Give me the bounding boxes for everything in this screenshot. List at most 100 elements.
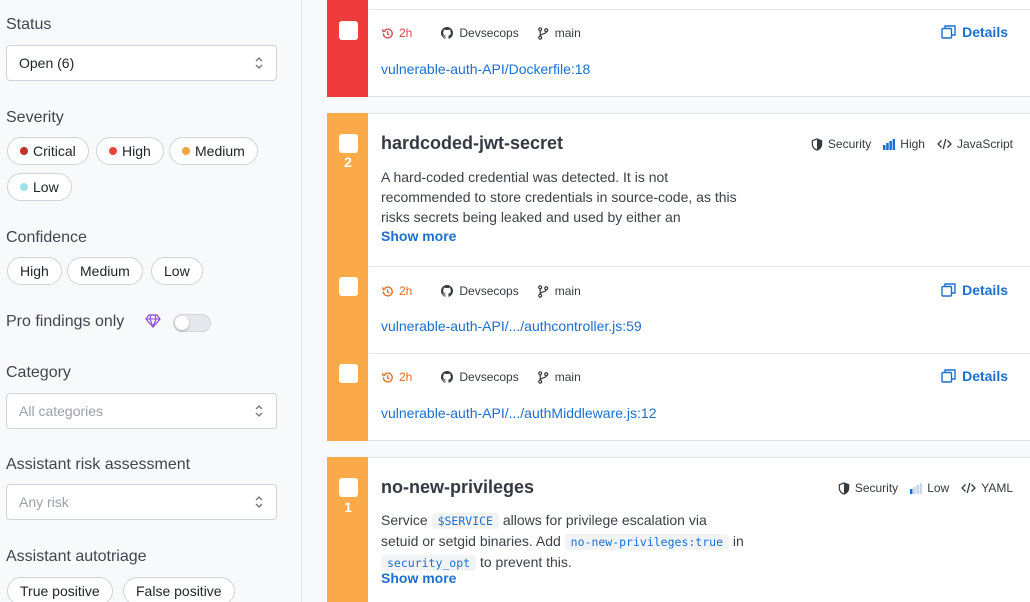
finding-checkbox[interactable] <box>339 364 358 383</box>
rule-header: hardcoded-jwt-secret Security High JavaS… <box>369 114 1030 267</box>
autotriage-pill-false-positive[interactable]: False positive <box>123 577 235 602</box>
repo-name: Devsecops <box>459 370 519 384</box>
history-icon <box>381 371 393 383</box>
filters-sidebar: Status Open (6) Severity Critical High M… <box>0 0 302 602</box>
category-label: Security <box>827 137 872 151</box>
show-more-link[interactable]: Show more <box>381 570 456 586</box>
status-filter-title: Status <box>6 16 52 33</box>
details-label: Details <box>962 368 1008 384</box>
branch-name: main <box>554 284 581 298</box>
branch-name: main <box>554 26 581 40</box>
confidence-pill-medium[interactable]: Medium <box>67 257 143 285</box>
rule-tags: Security High JavaScript <box>799 137 1013 151</box>
branch-link[interactable]: main <box>537 284 581 298</box>
finding-checkbox[interactable] <box>339 21 358 40</box>
rule-header: no-new-privileges Security Low YAML Serv… <box>369 458 1030 602</box>
group-checkbox[interactable] <box>339 478 358 497</box>
status-select[interactable]: Open (6) <box>6 45 277 81</box>
github-icon <box>441 285 454 297</box>
finding-age: 2h <box>381 284 412 298</box>
confidence-tag: High <box>883 137 925 151</box>
desc-text: Service <box>381 512 428 528</box>
history-icon <box>381 27 393 39</box>
severity-pill-label: Critical <box>33 143 76 159</box>
toggle-knob <box>175 316 189 330</box>
repo-link[interactable]: Devsecops <box>441 26 519 40</box>
category-label: Security <box>854 481 899 495</box>
desc-text: in <box>732 533 744 549</box>
finding-meta: 2h Devsecops main <box>381 370 581 384</box>
category-select-placeholder: All categories <box>19 403 104 419</box>
severity-dot <box>20 147 28 155</box>
branch-name: main <box>554 370 581 384</box>
window-icon <box>941 369 956 383</box>
git-branch-icon <box>537 26 549 40</box>
pro-findings-toggle[interactable] <box>173 314 211 332</box>
risk-select-placeholder: Any risk <box>19 494 69 510</box>
risk-select[interactable]: Any risk <box>6 484 277 520</box>
findings-list: 2h Devsecops main Details vulnerable-aut… <box>302 0 1030 602</box>
finding-age: 2h <box>381 26 412 40</box>
shield-icon <box>811 137 823 151</box>
finding-meta: 2h Devsecops main <box>381 284 581 298</box>
category-tag: Security <box>838 481 898 495</box>
finding-path-link[interactable]: vulnerable-auth-API/.../authcontroller.j… <box>381 318 642 334</box>
language-tag: YAML <box>961 481 1013 495</box>
severity-pill-medium[interactable]: Medium <box>169 137 258 165</box>
repo-link[interactable]: Devsecops <box>441 284 519 298</box>
branch-link[interactable]: main <box>537 370 581 384</box>
confidence-tag: Low <box>910 481 949 495</box>
select-caret-icon <box>254 495 264 509</box>
severity-pill-low[interactable]: Low <box>7 173 72 201</box>
details-button[interactable]: Details <box>941 282 1008 298</box>
confidence-pill-low[interactable]: Low <box>151 257 203 285</box>
window-icon <box>941 25 956 39</box>
select-caret-icon <box>254 56 264 70</box>
finding-path-link[interactable]: vulnerable-auth-API/.../authMiddleware.j… <box>381 405 656 421</box>
show-more-link[interactable]: Show more <box>381 228 456 244</box>
finding-count: 2 <box>344 154 352 170</box>
autotriage-filter-title: Assistant autotriage <box>6 548 147 565</box>
desc-code: $SERVICE <box>431 513 499 529</box>
group-checkbox[interactable] <box>339 134 358 153</box>
category-filter-title: Category <box>6 364 71 381</box>
category-select[interactable]: All categories <box>6 393 277 429</box>
branch-link[interactable]: main <box>537 26 581 40</box>
severity-dot <box>20 183 28 191</box>
severity-pill-critical[interactable]: Critical <box>7 137 89 165</box>
finding-row-partial <box>369 0 1030 10</box>
window-icon <box>941 283 956 297</box>
details-label: Details <box>962 24 1008 40</box>
desc-code: no-new-privileges:true <box>564 534 729 550</box>
finding-path-link[interactable]: vulnerable-auth-API/Dockerfile:18 <box>381 61 590 77</box>
rule-tags: Security Low YAML <box>826 481 1013 495</box>
severity-dot <box>109 147 117 155</box>
rule-title[interactable]: hardcoded-jwt-secret <box>381 133 563 154</box>
select-caret-icon <box>254 404 264 418</box>
code-icon <box>961 482 977 494</box>
language-tag: JavaScript <box>937 137 1013 151</box>
rule-title[interactable]: no-new-privileges <box>381 477 534 498</box>
finding-count: 1 <box>344 499 352 515</box>
finding-checkbox[interactable] <box>339 277 358 296</box>
rule-description: A hard-coded credential was detected. It… <box>381 169 737 225</box>
desc-code: security_opt <box>381 555 477 571</box>
confidence-filter-title: Confidence <box>6 229 87 246</box>
finding-group-card: 2h Devsecops main Details vulnerable-aut… <box>327 0 1030 97</box>
severity-filter-title: Severity <box>6 109 64 126</box>
repo-name: Devsecops <box>459 26 519 40</box>
details-label: Details <box>962 282 1008 298</box>
repo-link[interactable]: Devsecops <box>441 370 519 384</box>
confidence-label: Low <box>927 481 950 495</box>
details-button[interactable]: Details <box>941 368 1008 384</box>
details-button[interactable]: Details <box>941 24 1008 40</box>
severity-pill-high[interactable]: High <box>96 137 164 165</box>
autotriage-pill-true-positive[interactable]: True positive <box>7 577 113 602</box>
shield-icon <box>838 481 850 495</box>
desc-text: to prevent this. <box>479 554 572 570</box>
finding-age-text: 2h <box>399 26 413 40</box>
diamond-icon <box>145 314 161 328</box>
finding-age-text: 2h <box>399 284 413 298</box>
confidence-pill-high[interactable]: High <box>7 257 62 285</box>
finding-row: 2h Devsecops main Details vulnerable-aut… <box>369 267 1030 354</box>
